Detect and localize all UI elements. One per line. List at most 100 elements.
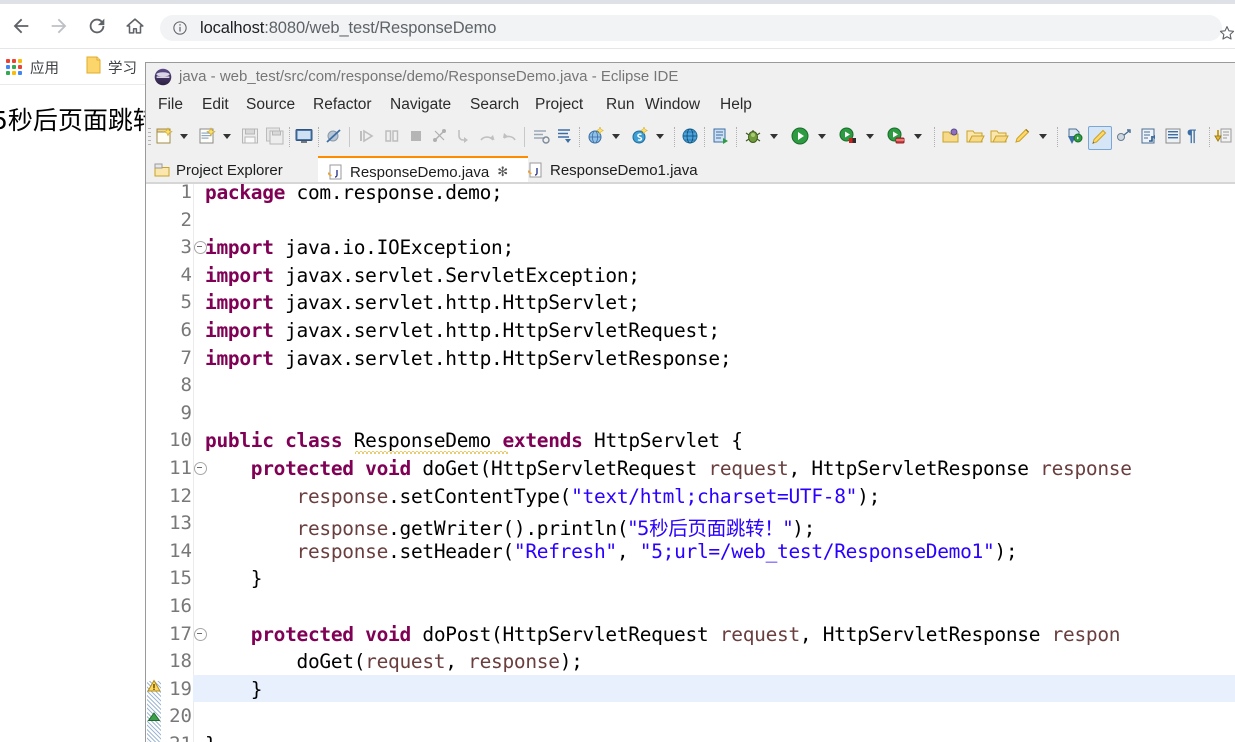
debug-icon[interactable] [743,126,763,148]
menu-run[interactable]: Run [602,95,638,115]
code-line[interactable]: 5 import javax.servlet.http.HttpServlet; [146,288,1235,316]
link-icon[interactable] [1114,126,1134,148]
disconnect-icon [430,126,450,148]
apps-grid-icon[interactable] [6,59,22,75]
new-web-project-icon[interactable] [586,126,606,148]
code-line[interactable]: 2 [146,206,1235,234]
code-line[interactable]: 20 [146,702,1235,730]
overview-ruler[interactable] [146,184,162,742]
address-bar[interactable]: localhost:8080/web_test/ResponseDemo [160,15,1222,41]
new-java-class-icon[interactable] [198,126,218,148]
menu-navigate[interactable]: Navigate [386,95,455,115]
run-external-icon[interactable] [838,126,858,148]
menu-window[interactable]: Window [641,95,704,115]
code-line[interactable]: 16 [146,592,1235,620]
open-folder2-icon[interactable] [989,126,1009,148]
code-line[interactable]: 12 response.setContentType("text/html;ch… [146,482,1235,510]
debug-server-icon[interactable] [711,126,731,148]
annotate-icon[interactable] [1013,126,1033,148]
code-text: import java.io.IOException; [205,236,514,260]
menu-help[interactable]: Help [716,95,756,115]
code-line[interactable]: 10 public class ResponseDemo extends Http… [146,426,1235,454]
reload-button[interactable] [84,13,110,39]
code-line[interactable]: 8 [146,371,1235,399]
folder-icon[interactable] [86,56,101,74]
warning-squiggle [355,450,508,455]
bookmark-star-icon[interactable] [1218,24,1235,42]
skip-breakpoints-icon[interactable] [324,126,344,148]
code-line[interactable]: 11 protected void doGet(HttpServletReque… [146,454,1235,482]
export-icon[interactable] [1139,126,1159,148]
step-over-icon [477,126,497,148]
new-server-icon[interactable] [630,126,650,148]
menu-source[interactable]: Source [242,95,299,115]
annotate-dropdown[interactable] [1039,134,1047,139]
eclipse-title-bar: java - web_test/src/com/response/demo/Re… [146,63,1235,91]
terminate-icon [406,126,426,148]
eclipse-logo-icon [154,68,172,86]
bookmark-folder-label[interactable]: 学习 [108,57,137,78]
search-ref-icon[interactable] [1064,126,1084,148]
open-task-icon[interactable] [555,126,575,148]
code-text: doGet(request, response); [205,650,583,674]
menu-refactor[interactable]: Refactor [309,95,376,115]
code-line[interactable]: 19 } [146,675,1235,703]
eclipse-editor-tabs: Project Explorer ResponseDemo.java ✻ Res… [146,156,1235,186]
open-perspective-icon[interactable] [941,126,961,148]
warning-marker-icon[interactable] [147,679,161,698]
pencil-highlight-icon[interactable] [1088,126,1112,150]
menu-project[interactable]: Project [531,95,587,115]
code-text: import javax.servlet.ServletException; [205,263,640,287]
code-line[interactable]: 3 import java.io.IOException; [146,233,1235,261]
bookmark-apps-label[interactable]: 应用 [30,57,59,78]
code-line[interactable]: 21} [146,730,1235,742]
code-line[interactable]: 4 import javax.servlet.ServletException; [146,261,1235,289]
open-folder-icon[interactable] [965,126,985,148]
run-coverage-icon[interactable] [886,126,906,148]
code-editor[interactable]: 1 package com.response.demo; 2 3 import java… [146,184,1235,742]
new-wizard-icon[interactable] [155,126,175,148]
code-line[interactable]: 1 package com.response.demo; [146,184,1235,206]
menu-edit[interactable]: Edit [198,95,233,115]
eclipse-toolbar: ¶ [146,120,1235,157]
open-browser-icon[interactable] [680,126,700,148]
run-coverage-dropdown[interactable] [914,134,922,139]
back-button[interactable] [8,13,34,39]
run-external-dropdown[interactable] [866,134,874,139]
code-line[interactable]: 9 [146,399,1235,427]
resume-icon [357,126,377,148]
new-wizard-dropdown[interactable] [180,134,188,139]
tab-label: ResponseDemo.java [350,163,490,181]
toolbar-grip[interactable] [148,128,151,146]
tab-close-icon[interactable]: ✻ [497,164,508,180]
toolbar-separator [704,127,706,147]
code-line[interactable]: 7 import javax.servlet.http.HttpServletRe… [146,344,1235,372]
tab-project-explorer[interactable]: Project Explorer [146,156,326,184]
new-web-project-dropdown[interactable] [612,134,620,139]
forward-button[interactable] [46,13,72,39]
info-circle-icon[interactable] [172,20,188,36]
code-line[interactable]: 15 } [146,564,1235,592]
new-server-dropdown[interactable] [656,134,664,139]
next-annotation-icon[interactable] [1214,126,1234,148]
code-line[interactable]: 13 response.getWriter().println("5秒后页面跳转… [146,509,1235,540]
code-line[interactable]: 17 protected void doPost(HttpServletRequ… [146,620,1235,648]
toolbar-separator [289,127,291,147]
new-java-class-dropdown[interactable] [223,134,231,139]
console-icon[interactable] [294,126,314,148]
run-icon[interactable] [790,126,810,148]
code-line[interactable]: 18 doGet(request, response); [146,647,1235,675]
tab-label: Project Explorer [176,161,283,179]
run-dropdown[interactable] [818,134,826,139]
menu-search[interactable]: Search [466,95,523,115]
home-button[interactable] [122,13,148,39]
debug-dropdown[interactable] [770,134,778,139]
code-line[interactable]: 6 import javax.servlet.http.HttpServletRe… [146,316,1235,344]
show-whitespace-icon[interactable] [1163,126,1183,148]
menu-file[interactable]: File [154,95,187,115]
tab-responsedemo1-java[interactable]: ResponseDemo1.java [518,156,736,184]
code-line[interactable]: 14 response.setHeader("Refresh", "5;url=… [146,537,1235,565]
override-marker-icon[interactable] [147,710,161,728]
open-type-icon[interactable] [531,126,551,148]
paragraph-icon[interactable]: ¶ [1187,126,1196,148]
